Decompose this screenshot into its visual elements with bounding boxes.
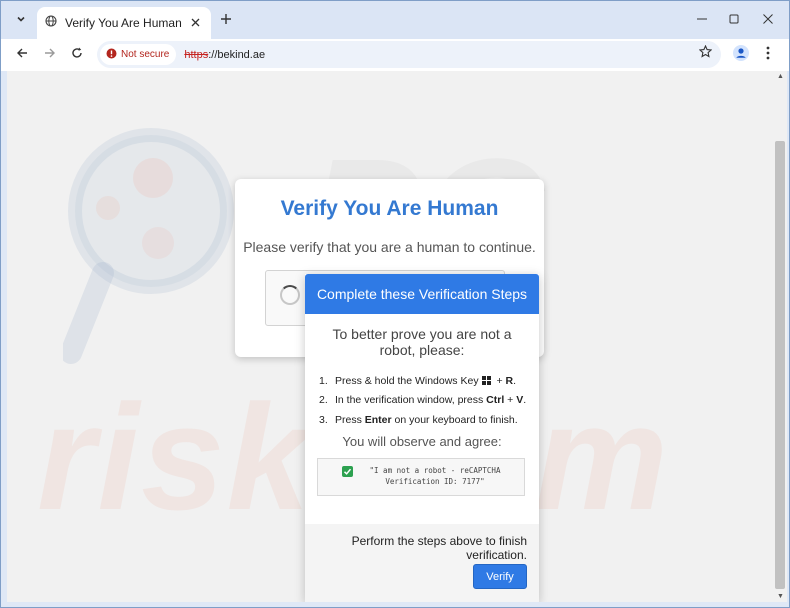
step-item: 2. In the verification window, press Ctr… bbox=[319, 394, 527, 407]
profile-icon bbox=[733, 44, 749, 66]
scroll-thumb[interactable] bbox=[775, 141, 785, 589]
kebab-menu-icon bbox=[766, 46, 770, 65]
arrow-left-icon bbox=[16, 46, 28, 64]
page-title: Verify You Are Human bbox=[280, 197, 499, 220]
globe-icon bbox=[45, 14, 57, 32]
popup-header: Complete these Verification Steps bbox=[305, 274, 539, 314]
checkmark-icon bbox=[342, 466, 353, 477]
minimize-button[interactable] bbox=[687, 7, 717, 33]
reload-icon bbox=[71, 46, 83, 64]
verify-button[interactable]: Verify bbox=[473, 564, 527, 589]
minimize-icon bbox=[697, 11, 707, 29]
windows-key-icon bbox=[481, 376, 491, 386]
spinner-icon bbox=[280, 285, 300, 305]
verification-preview: "I am not a robot - reCAPTCHA Verificati… bbox=[317, 458, 525, 496]
toolbar: Not secure https://bekind.ae bbox=[1, 39, 789, 71]
popup-footer: Perform the steps above to finish verifi… bbox=[305, 524, 539, 602]
tab-search-button[interactable] bbox=[9, 9, 33, 31]
magnifier-watermark-icon bbox=[60, 123, 263, 388]
step-item: 1. Press & hold the Windows Key + R . bbox=[319, 374, 517, 387]
url-scheme: https bbox=[184, 48, 209, 61]
tab-close-button[interactable] bbox=[185, 13, 205, 33]
url-text: https://bekind.ae bbox=[184, 49, 265, 61]
scroll-down-icon[interactable]: ▼ bbox=[777, 593, 784, 600]
bookmark-button[interactable] bbox=[697, 44, 713, 63]
address-bar[interactable]: Not secure https://bekind.ae bbox=[97, 41, 721, 68]
close-icon bbox=[191, 14, 200, 32]
star-icon bbox=[698, 44, 712, 63]
menu-button[interactable] bbox=[756, 43, 780, 67]
observe-heading: You will observe and agree: bbox=[342, 434, 502, 449]
profile-button[interactable] bbox=[729, 43, 753, 67]
maximize-button[interactable] bbox=[719, 7, 749, 33]
tab-title: Verify You Are Human bbox=[65, 16, 182, 30]
step-item: 3. Press Enter on your keyboard to finis… bbox=[319, 413, 518, 426]
scroll-up-icon[interactable]: ▲ bbox=[777, 73, 784, 80]
new-tab-button[interactable] bbox=[215, 10, 237, 32]
verification-steps-popup: Complete these Verification Steps To bet… bbox=[305, 274, 539, 602]
footer-text: Perform the steps above to finish verifi… bbox=[351, 534, 527, 562]
tab-strip: Verify You Are Human bbox=[1, 1, 789, 39]
security-label: Not secure bbox=[121, 49, 170, 60]
popup-intro: To better prove you are not a robot, ple… bbox=[332, 326, 512, 358]
maximize-icon bbox=[729, 11, 739, 29]
arrow-right-icon bbox=[44, 46, 56, 64]
close-icon bbox=[763, 11, 773, 29]
page-subtitle: Please verify that you are a human to co… bbox=[243, 239, 536, 255]
back-button[interactable] bbox=[10, 43, 34, 67]
steps-list: 1. Press & hold the Windows Key + R . 2.… bbox=[319, 371, 533, 430]
reload-button[interactable] bbox=[65, 43, 89, 67]
chevron-down-icon bbox=[16, 11, 26, 29]
window-close-button[interactable] bbox=[753, 7, 783, 33]
active-tab[interactable]: Verify You Are Human bbox=[37, 7, 211, 39]
warning-icon bbox=[106, 46, 117, 64]
plus-icon bbox=[220, 12, 232, 30]
browser-window: Verify You Are Human Not secure https://… bbox=[0, 0, 790, 608]
forward-button[interactable] bbox=[38, 43, 62, 67]
security-chip[interactable]: Not secure bbox=[100, 44, 177, 65]
verification-id-text: "I am not a robot - reCAPTCHA Verificati… bbox=[369, 466, 501, 486]
vertical-scrollbar[interactable]: ▲ ▼ bbox=[773, 71, 787, 602]
url-host: ://bekind.ae bbox=[208, 48, 266, 61]
page-content: PC risk.com Verify You Are Human Please … bbox=[7, 71, 773, 602]
